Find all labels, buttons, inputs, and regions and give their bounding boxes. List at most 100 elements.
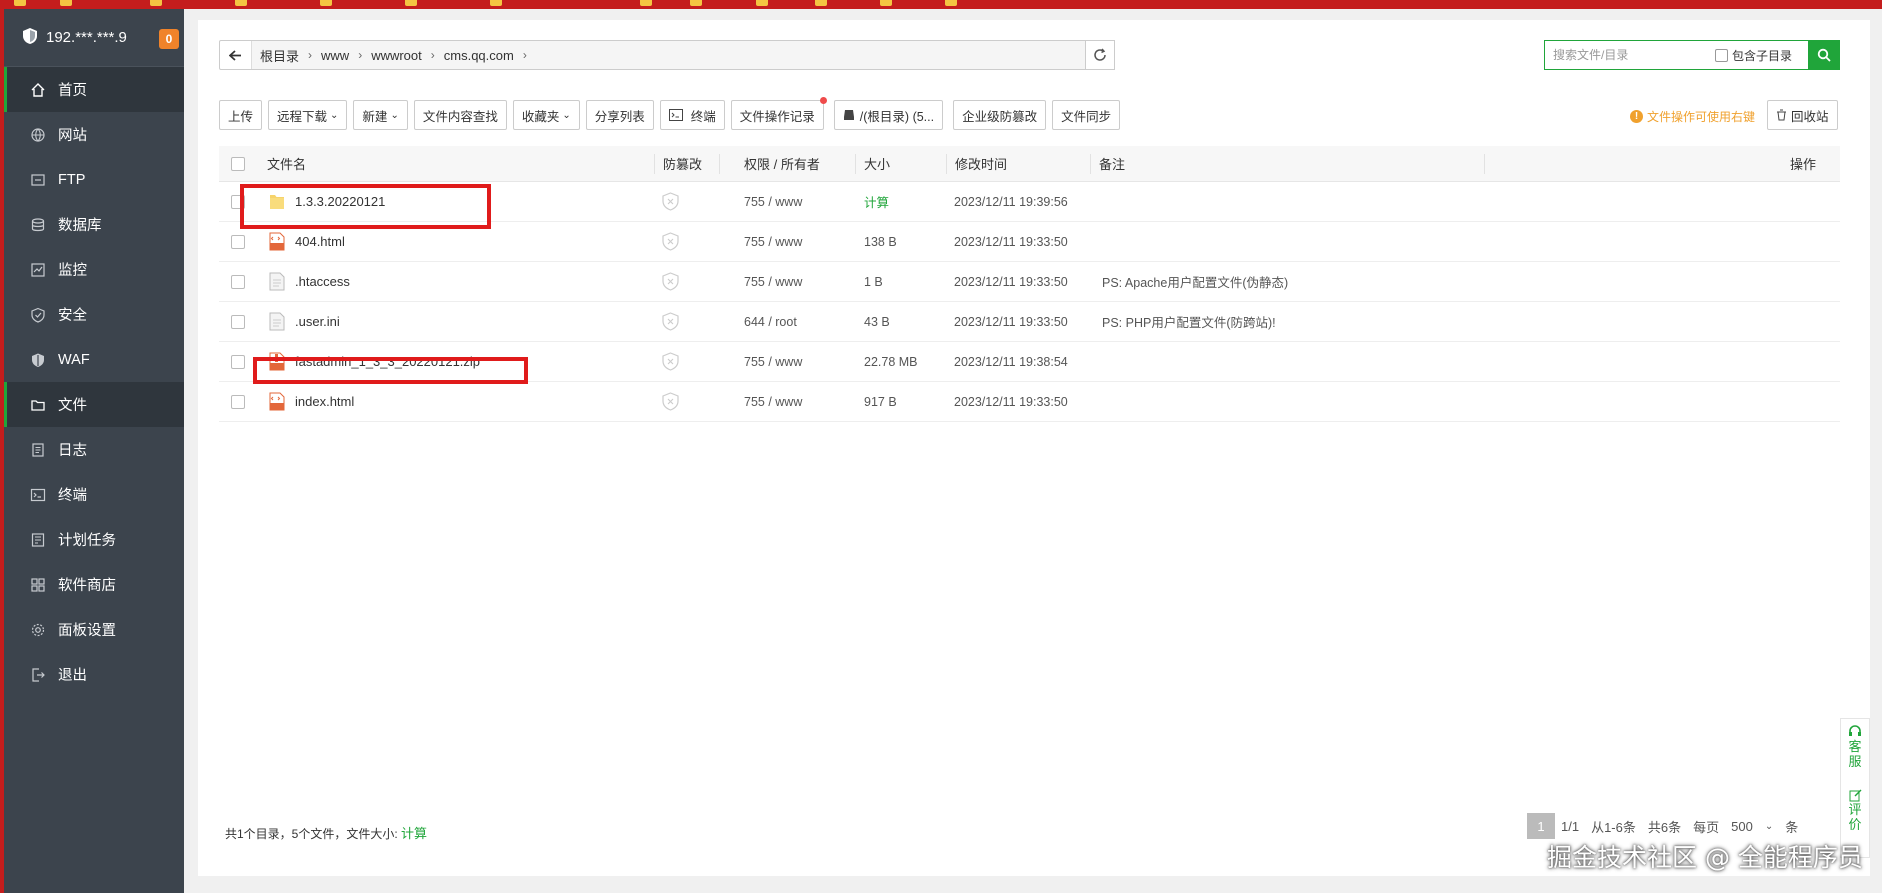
recycle-bin-button[interactable]: 回收站 [1767,100,1838,130]
notification-badge[interactable]: 0 [159,29,179,49]
tamper-toggle[interactable] [662,342,679,381]
sidebar-item-12[interactable]: 面板设置 [4,607,184,652]
tamper-button[interactable]: 企业级防篡改 [953,100,1047,130]
review-button[interactable]: 评价 [1849,802,1862,832]
sidebar-item-label: WAF [58,351,90,368]
file-mtime: 2023/12/11 19:33:50 [954,274,1068,289]
file-size[interactable]: 计算 [864,192,889,211]
file-perm[interactable]: 755 / www [744,275,802,289]
file-perm[interactable]: 755 / www [744,355,802,369]
row-checkbox[interactable] [231,234,245,249]
col-ops: 操作 [1790,157,1817,172]
server-ip: 192.***.***.9 [46,29,127,46]
new-button[interactable]: 新建 ⌄ [353,100,408,130]
row-checkbox[interactable] [231,394,245,409]
disk-button[interactable]: /(根目录) (5... [833,100,944,130]
search-button[interactable] [1808,40,1840,70]
sync-label: 文件同步 [1061,109,1112,124]
col-size[interactable]: 大小 [864,154,890,173]
file-perm[interactable]: 755 / www [744,195,802,209]
right-click-tip: ! 文件操作可使用右键 [1630,108,1755,125]
share-list-button[interactable]: 分享列表 [585,100,654,130]
table-row[interactable]: .htaccess 755 / www 1 B 2023/12/11 19:33:50… [219,262,1840,302]
sidebar-item-6[interactable]: WAF [4,337,184,382]
recycle-label: 回收站 [1791,109,1829,124]
col-tamper: 防篡改 [663,157,703,172]
refresh-button[interactable] [1085,40,1115,70]
breadcrumb-item[interactable]: cms.qq.com [444,48,514,63]
include-subdir-toggle[interactable]: 包含子目录 [1715,47,1792,64]
apps-icon [30,577,46,593]
sync-button[interactable]: 文件同步 [1052,100,1121,130]
server-shield-icon [22,27,38,48]
col-name[interactable]: 文件名 [267,154,306,173]
file-name[interactable]: .htaccess [295,274,350,289]
tamper-toggle[interactable] [662,222,679,261]
col-perm[interactable]: 权限 / 所有者 [744,154,820,173]
include-subdir-checkbox[interactable] [1715,48,1728,62]
file-name[interactable]: 404.html [295,234,345,249]
tamper-shield-icon [662,392,679,411]
per-page-unit: 条 [1785,819,1799,835]
tamper-toggle[interactable] [662,262,679,301]
remote-download-button[interactable]: 远程下载 ⌄ [268,100,348,130]
sidebar-menu: 首页 网站 FTP 数据库 监控 安全 WAF 文件 日志 终端 计划任务 软件商店 面板设置 退出 [4,67,184,697]
calc-total-link[interactable]: 计算 [401,826,427,841]
sidebar-item-0[interactable]: 首页 [4,67,184,112]
file-note[interactable]: PS: Apache用户配置文件(伪静态) [1102,272,1288,291]
file-perm[interactable]: 755 / www [744,395,802,409]
table-row[interactable]: index.html 755 / www 917 B 2023/12/11 19:33… [219,382,1840,422]
sidebar-item-10[interactable]: 计划任务 [4,517,184,562]
sidebar-item-8[interactable]: 日志 [4,427,184,472]
search-input[interactable] [1545,41,1715,69]
table-row[interactable]: .user.ini 644 / root 43 B 2023/12/11 19:33:… [219,302,1840,342]
tamper-toggle[interactable] [662,302,679,341]
notification-dot [819,97,827,104]
file-perm[interactable]: 755 / www [744,235,802,249]
file-size: 1 B [864,274,883,289]
globe-icon [30,127,46,143]
file-note[interactable]: PS: PHP用户配置文件(防跨站)! [1102,312,1276,331]
back-button[interactable] [220,41,252,69]
file-name[interactable]: index.html [295,394,354,409]
row-checkbox[interactable] [231,354,245,369]
row-checkbox[interactable] [231,274,245,289]
breadcrumb-item[interactable]: wwwroot [371,48,422,63]
select-all-checkbox[interactable] [231,156,245,171]
file-size: 917 B [864,394,897,409]
tamper-toggle[interactable] [662,182,679,221]
ftp-icon [30,172,46,188]
sidebar-item-1[interactable]: 网站 [4,112,184,157]
tamper-toggle[interactable] [662,382,679,421]
terminal-button[interactable]: 终端 [659,100,725,130]
sidebar-item-2[interactable]: FTP [4,157,184,202]
clock-icon [30,532,46,548]
page-current[interactable]: 1 [1527,813,1555,839]
op-log-button[interactable]: 文件操作记录 [730,97,827,130]
favorites-button[interactable]: 收藏夹 ⌄ [512,100,580,130]
breadcrumb-item[interactable]: 根目录 [260,46,299,65]
chevron-right-icon: › [522,48,527,62]
col-mtime[interactable]: 修改时间 [955,154,1007,173]
per-page-select[interactable]: 500 ⌄ [1725,819,1779,834]
html-file-icon [269,232,285,251]
summary-text: 共1个目录，5个文件，文件大小: [225,827,398,841]
sidebar-item-7[interactable]: 文件 [4,382,184,427]
row-checkbox[interactable] [231,314,245,329]
logout-icon [30,667,46,683]
sidebar-item-9[interactable]: 终端 [4,472,184,517]
sidebar-item-13[interactable]: 退出 [4,652,184,697]
file-size: 138 B [864,234,897,249]
file-name[interactable]: .user.ini [295,314,340,329]
content-search-button[interactable]: 文件内容查找 [413,100,507,130]
file-perm[interactable]: 644 / root [744,315,797,329]
breadcrumb-item[interactable]: www [321,48,349,63]
sidebar-item-11[interactable]: 软件商店 [4,562,184,607]
chevron-right-icon: › [358,48,363,62]
chevron-right-icon: › [308,48,313,62]
sidebar-item-5[interactable]: 安全 [4,292,184,337]
sidebar-item-4[interactable]: 监控 [4,247,184,292]
sidebar-item-3[interactable]: 数据库 [4,202,184,247]
support-button[interactable]: 客服 [1849,739,1862,769]
upload-button[interactable]: 上传 [219,100,263,130]
